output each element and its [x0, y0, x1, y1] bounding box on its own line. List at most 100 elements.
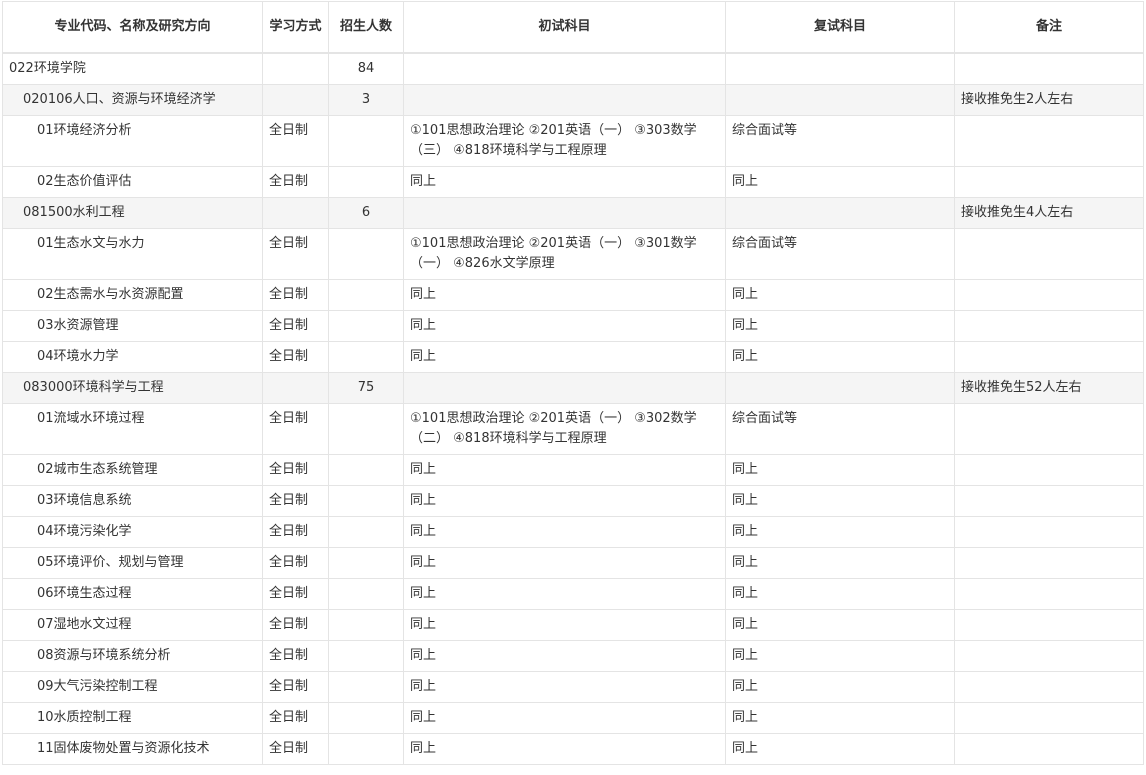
retest-cell: 同上 [725, 516, 955, 548]
major-name-cell: 09大气污染控制工程 [2, 671, 263, 703]
study-mode-cell: 全日制 [262, 516, 329, 548]
note-cell [954, 454, 1144, 486]
retest-text [727, 54, 954, 64]
study-mode-cell: 全日制 [262, 403, 329, 455]
retest-text: 同上 [732, 493, 759, 508]
retest-text: 综合面试等 [732, 123, 798, 138]
header-retest: 复试科目 [725, 1, 955, 54]
study-mode-text: 全日制 [269, 287, 309, 302]
note-cell [954, 485, 1144, 517]
research-direction-row: 06环境生态过程 全日制 同上 同上 [2, 578, 1144, 610]
enrollment-count-text [330, 312, 403, 322]
retest-text [727, 374, 954, 384]
header-notes: 备注 [954, 1, 1144, 54]
major-row: 081500水利工程 6 接收推免生4人左右 [2, 197, 1144, 229]
major-name-text: 08资源与环境系统分析 [37, 648, 171, 663]
initial-exam-text: 同上 [410, 741, 437, 756]
initial-exam-text [405, 54, 725, 64]
retest-cell [725, 52, 955, 85]
major-name-cell: 01环境经济分析 [2, 115, 263, 167]
note-text [956, 117, 1143, 127]
study-mode-cell: 全日制 [262, 702, 329, 734]
note-text: 接收推免生52人左右 [961, 380, 1082, 395]
enrollment-count-cell: 84 [328, 52, 404, 85]
note-text [956, 673, 1143, 683]
major-name-cell: 06环境生态过程 [2, 578, 263, 610]
study-mode-cell: 全日制 [262, 454, 329, 486]
research-direction-row: 02城市生态系统管理 全日制 同上 同上 [2, 454, 1144, 486]
retest-cell: 同上 [725, 671, 955, 703]
major-name-cell: 07湿地水文过程 [2, 609, 263, 641]
note-cell: 接收推免生2人左右 [954, 84, 1144, 116]
enrollment-count-cell: 75 [328, 372, 404, 404]
initial-exam-cell: 同上 [403, 516, 726, 548]
initial-exam-cell [403, 84, 726, 116]
header-enrollment-count: 招生人数 [328, 1, 404, 54]
note-cell [954, 228, 1144, 280]
study-mode-cell [262, 84, 329, 116]
major-name-cell: 03水资源管理 [2, 310, 263, 342]
enrollment-table: 专业代码、名称及研究方向 学习方式 招生人数 初试科目 复试科目 备注 022环… [2, 1, 1144, 765]
study-mode-text [264, 374, 328, 384]
initial-exam-cell: ①101思想政治理论 ②201英语（一） ③302数学（二） ④818环境科学与… [403, 403, 726, 455]
initial-exam-text: ①101思想政治理论 ②201英语（一） ③301数学（一） ④826水文学原理 [410, 236, 697, 271]
study-mode-text: 全日制 [269, 318, 309, 333]
retest-text: 同上 [732, 710, 759, 725]
retest-cell: 同上 [725, 485, 955, 517]
study-mode-text [264, 199, 328, 209]
retest-cell [725, 84, 955, 116]
research-direction-row: 04环境水力学 全日制 同上 同上 [2, 341, 1144, 373]
enrollment-count-text [330, 549, 403, 559]
enrollment-count-cell [328, 454, 404, 486]
note-text [956, 704, 1143, 714]
initial-exam-cell: 同上 [403, 671, 726, 703]
major-name-text: 06环境生态过程 [37, 586, 132, 601]
study-mode-cell: 全日制 [262, 341, 329, 373]
research-direction-row: 08资源与环境系统分析 全日制 同上 同上 [2, 640, 1144, 672]
major-name-cell: 083000环境科学与工程 [2, 372, 263, 404]
research-direction-row: 01流域水环境过程 全日制 ①101思想政治理论 ②201英语（一） ③302数学（… [2, 403, 1144, 455]
study-mode-text: 全日制 [269, 462, 309, 477]
retest-text: 同上 [732, 648, 759, 663]
major-name-cell: 03环境信息系统 [2, 485, 263, 517]
initial-exam-text: 同上 [410, 617, 437, 632]
major-name-text: 05环境评价、规划与管理 [37, 555, 184, 570]
initial-exam-cell: 同上 [403, 166, 726, 198]
study-mode-text: 全日制 [269, 648, 309, 663]
major-name-cell: 022环境学院 [2, 52, 263, 85]
enrollment-count-cell [328, 547, 404, 579]
initial-exam-text: 同上 [410, 586, 437, 601]
enrollment-count-cell [328, 228, 404, 280]
study-mode-cell: 全日制 [262, 609, 329, 641]
major-name-text: 01环境经济分析 [37, 123, 132, 138]
major-name-text: 01生态水文与水力 [37, 236, 145, 251]
initial-exam-text [405, 199, 725, 209]
initial-exam-cell: 同上 [403, 454, 726, 486]
note-cell [954, 279, 1144, 311]
study-mode-text [264, 54, 328, 64]
initial-exam-cell: 同上 [403, 702, 726, 734]
note-cell [954, 547, 1144, 579]
major-row: 020106人口、资源与环境经济学 3 接收推免生2人左右 [2, 84, 1144, 116]
retest-cell [725, 372, 955, 404]
major-name-cell: 11固体废物处置与资源化技术 [2, 733, 263, 765]
note-cell [954, 403, 1144, 455]
initial-exam-cell: 同上 [403, 279, 726, 311]
note-text [956, 405, 1143, 415]
note-text [956, 580, 1143, 590]
major-name-text: 03环境信息系统 [37, 493, 132, 508]
note-cell [954, 702, 1144, 734]
initial-exam-text: 同上 [410, 287, 437, 302]
major-name-text: 04环境污染化学 [37, 524, 132, 539]
enrollment-count-text: 3 [361, 92, 371, 107]
retest-cell: 同上 [725, 310, 955, 342]
note-cell [954, 609, 1144, 641]
major-name-text: 03水资源管理 [37, 318, 119, 333]
initial-exam-cell: 同上 [403, 578, 726, 610]
major-name-cell: 02生态价值评估 [2, 166, 263, 198]
initial-exam-cell: 同上 [403, 640, 726, 672]
major-name-cell: 10水质控制工程 [2, 702, 263, 734]
major-name-text: 01流域水环境过程 [37, 411, 145, 426]
enrollment-count-text [330, 230, 403, 240]
major-row: 083000环境科学与工程 75 接收推免生52人左右 [2, 372, 1144, 404]
